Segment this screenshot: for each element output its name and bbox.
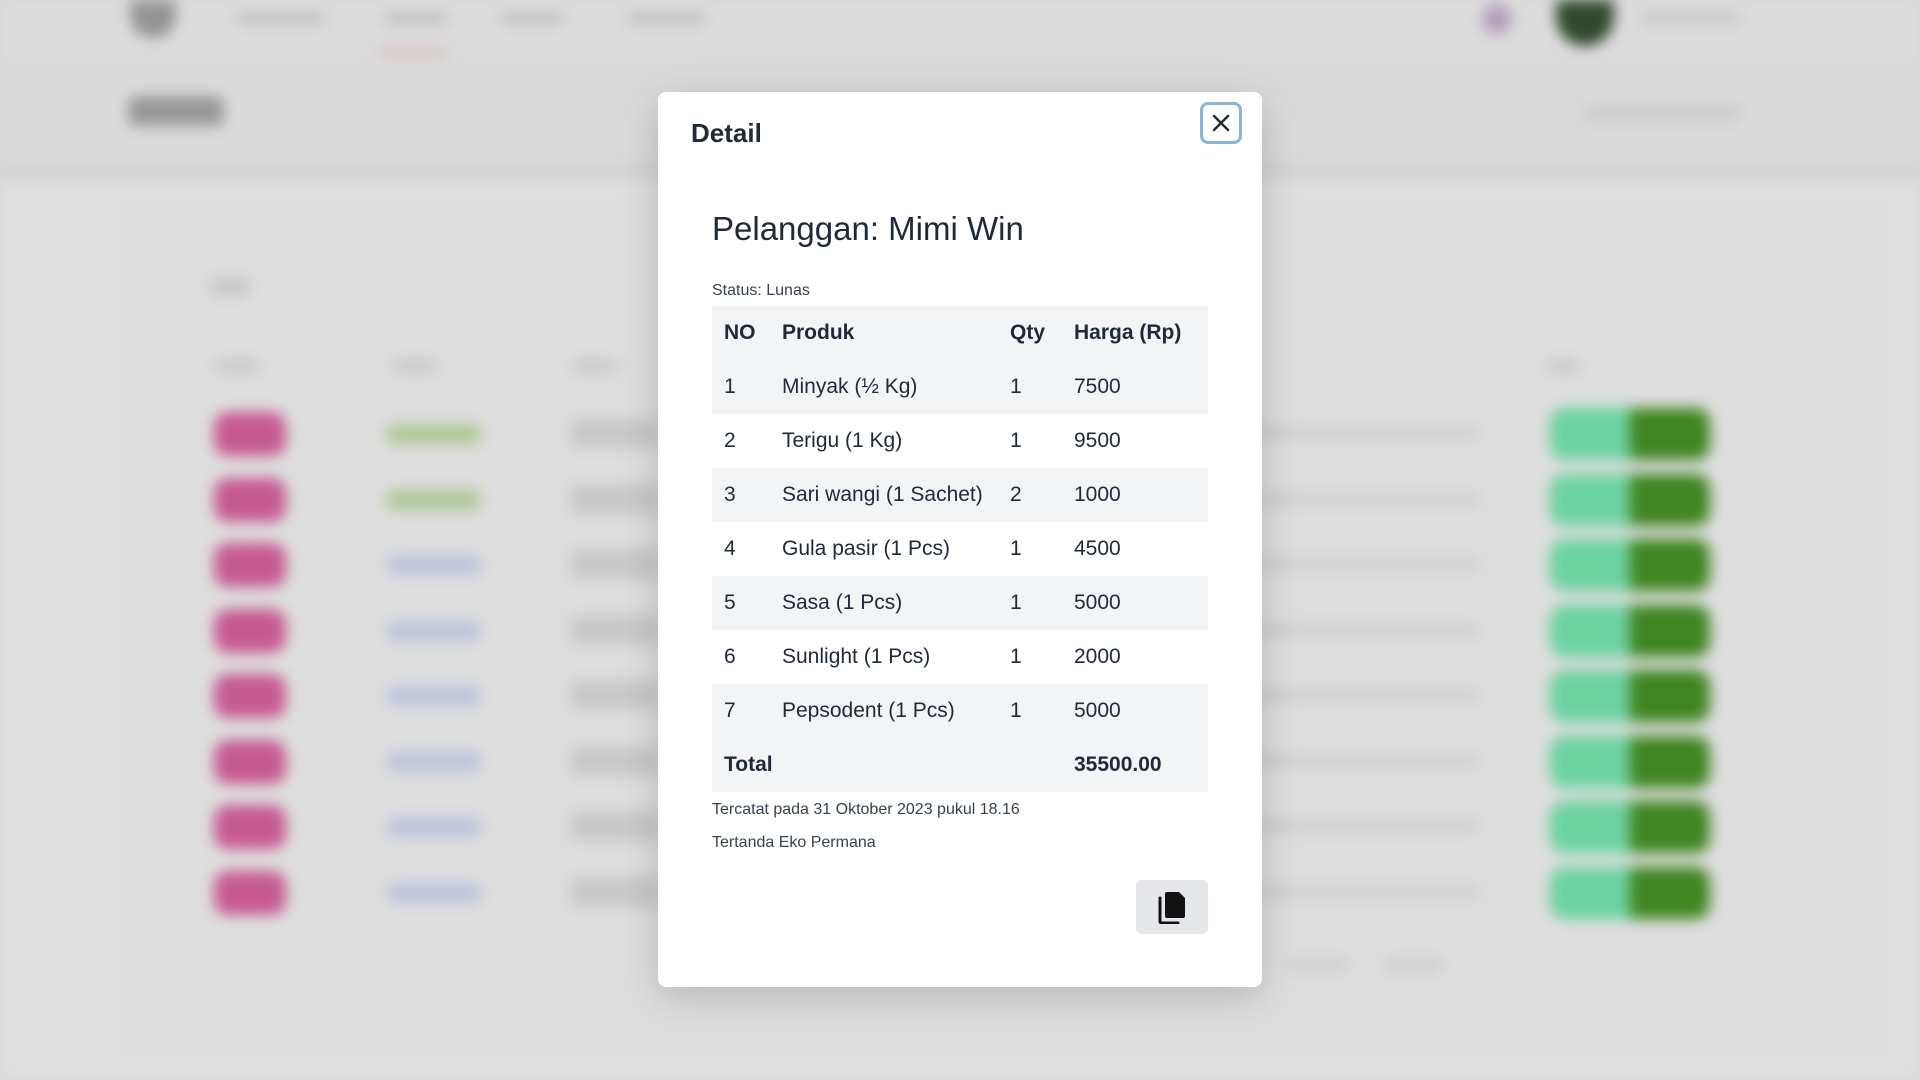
cell-no: 4: [724, 537, 736, 560]
cell-qty: 1: [1010, 645, 1022, 668]
table-header-row: NO Produk Qty Harga (Rp): [712, 306, 1208, 360]
cell-no: 2: [724, 429, 736, 452]
table-row: 5 Sasa (1 Pcs) 1 5000: [712, 576, 1208, 630]
copy-icon: [1158, 892, 1185, 924]
table-row: 7 Pepsodent (1 Pcs) 1 5000: [712, 684, 1208, 738]
column-header-no: NO: [724, 321, 756, 344]
cell-qty: 1: [1010, 591, 1022, 614]
table-row: 1 Minyak (½ Kg) 1 7500: [712, 360, 1208, 414]
cell-qty: 1: [1010, 375, 1022, 398]
customer-heading: Pelanggan: Mimi Win: [712, 210, 1024, 247]
close-button[interactable]: [1200, 102, 1242, 144]
detail-table: NO Produk Qty Harga (Rp) 1 Minyak (½ Kg)…: [712, 306, 1208, 792]
cell-product: Minyak (½ Kg): [782, 375, 918, 398]
table-row: 4 Gula pasir (1 Pcs) 1 4500: [712, 522, 1208, 576]
cell-product: Terigu (1 Kg): [782, 429, 903, 452]
cell-no: 1: [724, 375, 736, 398]
total-value: 35500.00: [1074, 753, 1162, 776]
table-row: 6 Sunlight (1 Pcs) 1 2000: [712, 630, 1208, 684]
cell-no: 6: [724, 645, 736, 668]
column-header-qty: Qty: [1010, 321, 1046, 344]
cell-no: 7: [724, 699, 736, 722]
detail-modal: Detail Pelanggan: Mimi Win Status: Lunas…: [658, 92, 1262, 987]
total-label: Total: [724, 753, 773, 776]
status-text: Status: Lunas: [712, 282, 810, 299]
signed-by: Tertanda Eko Permana: [712, 834, 876, 851]
recorded-timestamp: Tercatat pada 31 Oktober 2023 pukul 18.1…: [712, 801, 1020, 818]
modal-title: Detail: [691, 118, 762, 148]
cell-price: 9500: [1074, 429, 1121, 452]
cell-qty: 1: [1010, 537, 1022, 560]
column-header-price: Harga (Rp): [1074, 321, 1182, 344]
cell-price: 5000: [1074, 699, 1121, 722]
copy-button[interactable]: [1136, 880, 1208, 934]
total-row: Total 35500.00: [712, 738, 1208, 792]
cell-product: Sunlight (1 Pcs): [782, 645, 931, 668]
cell-product: Gula pasir (1 Pcs): [782, 537, 951, 560]
cell-price: 2000: [1074, 645, 1121, 668]
table-row: 2 Terigu (1 Kg) 1 9500: [712, 414, 1208, 468]
cell-no: 5: [724, 591, 736, 614]
cell-qty: 1: [1010, 699, 1022, 722]
cell-price: 4500: [1074, 537, 1121, 560]
close-icon: [1212, 114, 1230, 132]
cell-price: 1000: [1074, 483, 1121, 506]
column-header-product: Produk: [782, 321, 855, 344]
cell-product: Sasa (1 Pcs): [782, 591, 903, 614]
cell-qty: 2: [1010, 483, 1022, 506]
cell-product: Pepsodent (1 Pcs): [782, 699, 955, 722]
cell-price: 7500: [1074, 375, 1121, 398]
cell-no: 3: [724, 483, 736, 506]
table-row: 3 Sari wangi (1 Sachet) 2 1000: [712, 468, 1208, 522]
cell-product: Sari wangi (1 Sachet): [782, 483, 983, 506]
cell-qty: 1: [1010, 429, 1022, 452]
cell-price: 5000: [1074, 591, 1121, 614]
